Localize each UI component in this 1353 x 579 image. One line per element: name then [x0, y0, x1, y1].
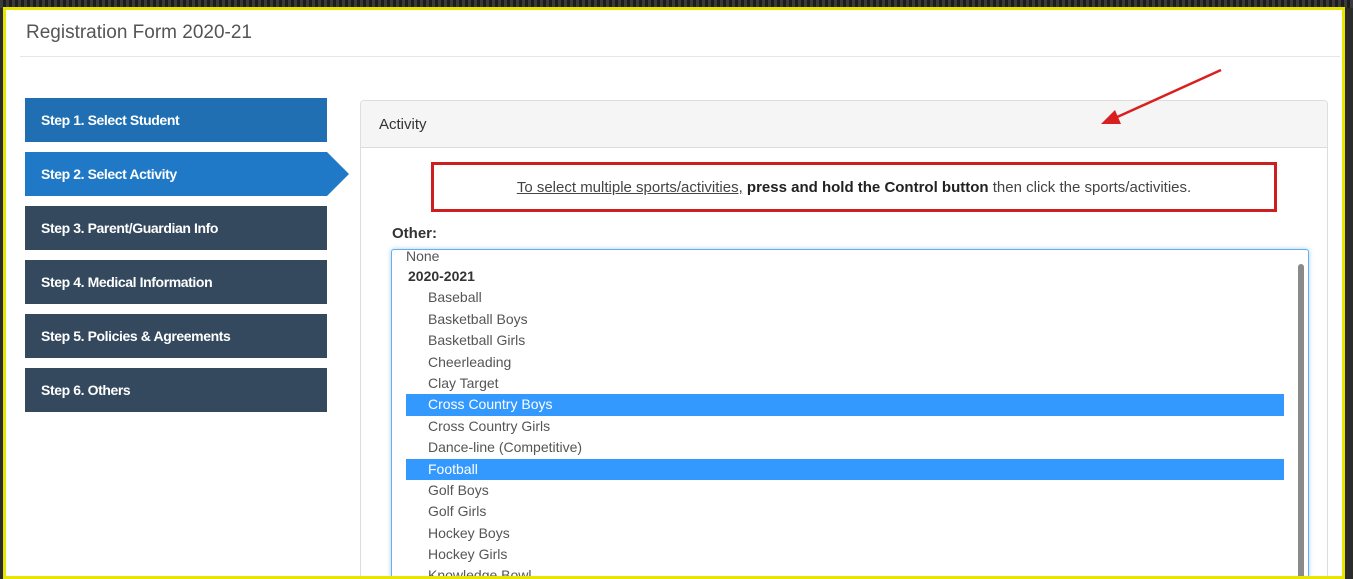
activity-option[interactable]: Cross Country Girls: [392, 416, 1284, 437]
step-medical-information[interactable]: Step 4. Medical Information: [25, 260, 327, 304]
page-title: Registration Form 2020-21: [26, 22, 252, 43]
step-label: Step 3. Parent/Guardian Info: [41, 220, 219, 236]
step-select-student[interactable]: Step 1. Select Student: [25, 98, 327, 142]
option-group-label: 2020-2021: [408, 268, 475, 284]
step-select-activity[interactable]: Step 2. Select Activity: [25, 152, 349, 196]
listbox-scrollbar[interactable]: [1298, 264, 1304, 576]
activity-option[interactable]: Football: [406, 458, 1284, 480]
red-arrow-icon: [1101, 68, 1222, 124]
activity-option[interactable]: Basketball Girls: [392, 330, 1284, 351]
activity-option[interactable]: Baseball: [392, 287, 1284, 308]
other-field-label: Other:: [392, 225, 437, 242]
activity-option[interactable]: Cross Country Boys: [406, 394, 1284, 416]
notice-text-intro: To select multiple sports/activities,: [516, 178, 743, 196]
notice-text-emphasis: press and hold the Control button: [746, 178, 989, 196]
activity-option[interactable]: Basketball Boys: [392, 309, 1284, 330]
activity-option[interactable]: Golf Girls: [392, 501, 1284, 522]
step-label: Step 2. Select Activity: [41, 166, 177, 182]
step-parent-guardian-info[interactable]: Step 3. Parent/Guardian Info: [25, 206, 327, 250]
steps-sidebar: Step 1. Select Student Step 2. Select Ac…: [25, 98, 349, 422]
activity-panel: Activity To select multiple sports/activ…: [360, 100, 1328, 576]
activity-option[interactable]: Cheerleading: [392, 352, 1284, 373]
activity-option[interactable]: Clay Target: [392, 373, 1284, 394]
step-others[interactable]: Step 6. Others: [25, 368, 327, 412]
activity-option[interactable]: Dance-line (Competitive): [392, 437, 1284, 458]
activity-option[interactable]: Knowledge Bowl: [392, 565, 1284, 576]
multi-select-notice: To select multiple sports/activities, pr…: [431, 162, 1277, 212]
step-policies-agreements[interactable]: Step 5. Policies & Agreements: [25, 314, 327, 358]
step-label: Step 1. Select Student: [41, 112, 180, 128]
activity-options: None 2020-2021 Baseball Basketball Boys Bask…: [392, 250, 1308, 576]
step-label: Step 4. Medical Information: [41, 274, 213, 290]
registration-window: Registration Form 2020-21 Step 1. Select…: [3, 7, 1345, 579]
title-divider: [20, 56, 1340, 57]
step-label: Step 6. Others: [41, 382, 131, 398]
activity-option[interactable]: Hockey Girls: [392, 544, 1284, 565]
step-label: Step 5. Policies & Agreements: [41, 328, 231, 344]
activity-option[interactable]: None: [392, 250, 1284, 266]
activity-option[interactable]: Golf Boys: [392, 480, 1284, 501]
activity-multiselect[interactable]: None 2020-2021 Baseball Basketball Boys Bask…: [391, 249, 1309, 576]
activity-option[interactable]: Hockey Boys: [392, 523, 1284, 544]
notice-text-end: then click the sports/activities.: [992, 178, 1192, 196]
